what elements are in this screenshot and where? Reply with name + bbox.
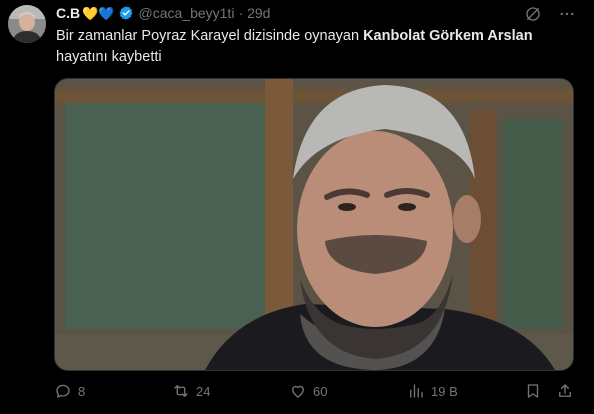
tweet-text: Bir zamanlar Poyraz Karayel dizisinde oy… [56, 26, 576, 68]
like-button[interactable]: 60 [289, 382, 327, 400]
grok-icon[interactable] [524, 5, 542, 23]
reply-button[interactable]: 8 [54, 382, 85, 400]
views-icon [410, 384, 423, 398]
views-count: 19 B [431, 383, 458, 399]
tweet-text-start: Bir zamanlar Poyraz Karayel dizisinde oy… [56, 28, 364, 44]
repost-icon [174, 385, 188, 397]
tweet-text-end: hayatını kaybetti [56, 49, 162, 65]
verified-badge-icon [118, 5, 134, 21]
author-name[interactable]: C.B [56, 5, 80, 21]
like-icon [292, 385, 304, 398]
reply-icon [56, 384, 70, 398]
like-count: 60 [313, 383, 328, 399]
tweet-timestamp[interactable]: 29d [247, 5, 270, 21]
repost-count: 24 [196, 383, 211, 399]
tweet: C.B 💛💙 @caca_beyy1ti · 29d Bir zamanlar … [0, 0, 594, 414]
bookmark-icon [527, 384, 539, 398]
bookmark-button[interactable] [524, 382, 548, 400]
tweet-header: C.B 💛💙 @caca_beyy1ti · 29d [56, 3, 270, 23]
header-actions [524, 5, 576, 23]
views-button[interactable]: 19 B [407, 382, 458, 400]
tweet-photo[interactable] [54, 78, 574, 371]
author-handle[interactable]: @caca_beyy1ti [139, 5, 235, 21]
tweet-actions: 8 24 60 19 B [54, 382, 584, 404]
share-button[interactable] [556, 382, 580, 400]
reply-count: 8 [78, 383, 86, 399]
author-emojis: 💛💙 [82, 5, 115, 21]
share-icon [559, 384, 571, 397]
repost-button[interactable]: 24 [172, 382, 210, 400]
tweet-text-bold: Kanbolat Görkem Arslan [363, 28, 533, 44]
separator-dot: · [238, 5, 244, 21]
avatar[interactable] [8, 5, 46, 43]
more-icon[interactable] [558, 5, 576, 23]
